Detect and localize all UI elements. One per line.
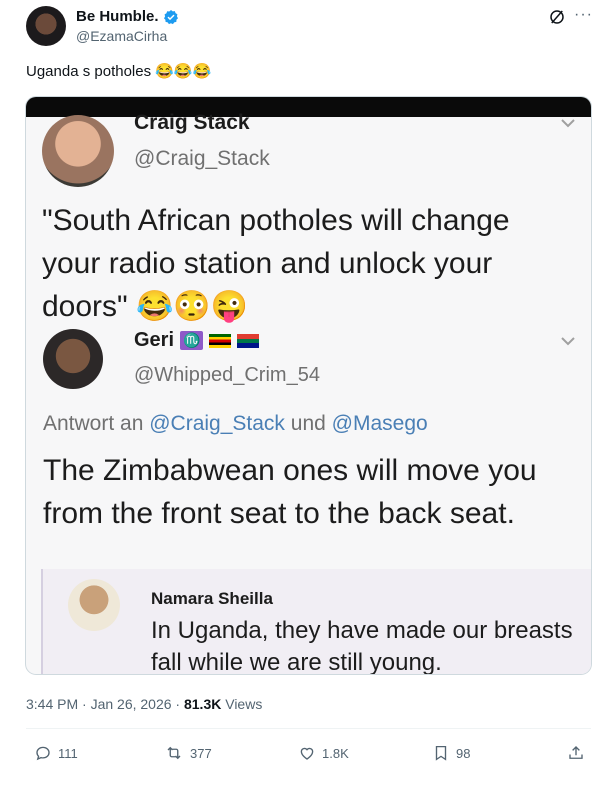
- views-count: 81.3K: [183, 696, 222, 712]
- reply-icon: [34, 744, 52, 762]
- repost-button[interactable]: 377: [164, 744, 212, 762]
- bookmark-count: 98: [456, 745, 471, 761]
- divider: [26, 728, 591, 729]
- namara-avatar: [68, 579, 120, 631]
- author-name[interactable]: Be Humble.: [76, 8, 159, 25]
- reply-context: Antwort an @Craig_Stack und @Masego: [43, 412, 428, 436]
- post3-container: Namara Sheilla In Uganda, they have made…: [41, 569, 591, 674]
- bookmark-icon: [432, 744, 450, 762]
- grok-icon[interactable]: [548, 8, 566, 26]
- tweet-meta: 3:44 PM · Jan 26, 2026 · 81.3K Views: [26, 696, 262, 712]
- reply-prefix: Antwort an: [43, 412, 150, 435]
- more-options-button[interactable]: ···: [574, 6, 593, 24]
- post1-text: "South African potholes will change your…: [42, 204, 510, 323]
- reply-button[interactable]: 111: [34, 744, 78, 762]
- views-label: Views: [221, 696, 263, 712]
- post1-handle: @Craig_Stack: [134, 147, 270, 170]
- reply-user-link: @Masego: [331, 412, 428, 435]
- post3-name: Namara Sheilla: [151, 589, 273, 608]
- share-button[interactable]: [567, 744, 585, 762]
- author-handle[interactable]: @EzamaCirha: [76, 28, 167, 44]
- tweet-text: Uganda s potholes 😂😂😂: [26, 63, 212, 80]
- post3-text: In Uganda, they have made our breasts fa…: [151, 617, 573, 674]
- post2-text: The Zimbabwean ones will move you from t…: [43, 454, 537, 530]
- like-button[interactable]: 1.8K: [298, 744, 349, 762]
- author-avatar[interactable]: [26, 6, 66, 46]
- geri-avatar: [43, 329, 103, 389]
- verified-badge-icon: [163, 9, 179, 25]
- post1-name: Craig Stack: [134, 111, 250, 134]
- timestamp[interactable]: 3:44 PM · Jan 26, 2026 ·: [26, 696, 184, 712]
- zodiac-badge: ♏: [180, 331, 204, 350]
- chevron-down-icon: [560, 335, 576, 347]
- zimbabwe-flag-icon: [209, 333, 232, 348]
- chevron-down-icon: [560, 117, 576, 129]
- image-top-bar: [26, 97, 591, 117]
- reply-and: und: [284, 412, 332, 435]
- repost-count: 377: [190, 745, 212, 761]
- like-count: 1.8K: [322, 745, 349, 761]
- share-icon: [567, 744, 585, 762]
- south-africa-flag-icon: [237, 333, 260, 348]
- craig-avatar: [42, 115, 114, 187]
- heart-icon: [298, 744, 316, 762]
- post2-handle: @Whipped_Crim_54: [134, 364, 320, 386]
- tweet-image[interactable]: Craig Stack @Craig_Stack "South African …: [26, 97, 591, 674]
- post2-name: Geri: [134, 329, 175, 351]
- repost-icon: [164, 744, 184, 762]
- bookmark-button[interactable]: 98: [432, 744, 470, 762]
- reply-count: 111: [58, 745, 78, 761]
- action-bar: 111 377 1.8K 98: [34, 744, 590, 768]
- reply-user-link: @Craig_Stack: [149, 412, 285, 435]
